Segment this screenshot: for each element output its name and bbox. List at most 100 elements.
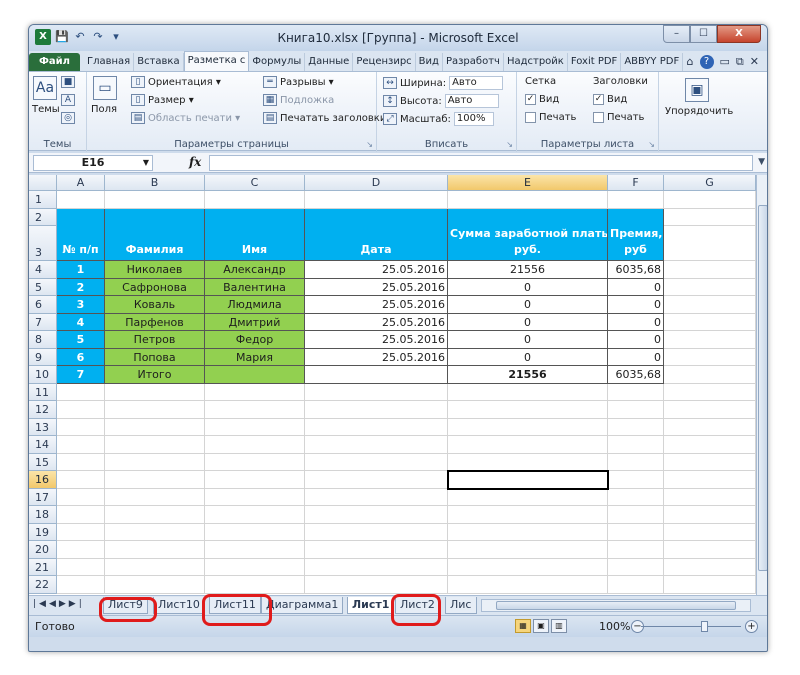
tab-page-layout[interactable]: Разметка с bbox=[183, 51, 250, 71]
row-header-10[interactable]: 10 bbox=[29, 366, 57, 384]
tab-insert[interactable]: Вставка bbox=[134, 53, 184, 71]
cell[interactable] bbox=[105, 471, 205, 489]
cell-B9[interactable]: Попова bbox=[105, 348, 205, 366]
cell-E5[interactable]: 0 bbox=[448, 278, 608, 296]
cell[interactable] bbox=[205, 418, 305, 436]
headings-view-toggle[interactable]: ✓ Вид bbox=[593, 94, 627, 105]
cell-B4[interactable]: Николаев bbox=[105, 261, 205, 279]
row-header-6[interactable]: 6 bbox=[29, 296, 57, 314]
cell[interactable] bbox=[448, 541, 608, 559]
maximize-button[interactable]: ☐ bbox=[690, 25, 717, 43]
cell-E9[interactable]: 0 bbox=[448, 348, 608, 366]
cell[interactable] bbox=[448, 453, 608, 471]
cell[interactable] bbox=[105, 523, 205, 541]
insert-function-icon[interactable]: fx bbox=[189, 155, 201, 169]
cell-C9[interactable]: Мария bbox=[205, 348, 305, 366]
cell-D10[interactable] bbox=[305, 366, 448, 384]
cell[interactable] bbox=[608, 506, 664, 524]
cell[interactable] bbox=[305, 506, 448, 524]
row-header-15[interactable]: 15 bbox=[29, 453, 57, 471]
cell[interactable] bbox=[664, 348, 756, 366]
headings-print-checkbox[interactable] bbox=[593, 112, 604, 123]
cell[interactable] bbox=[205, 541, 305, 559]
tab-addins[interactable]: Надстройк bbox=[504, 53, 568, 71]
cell-A9[interactable]: 6 bbox=[57, 348, 105, 366]
cell[interactable] bbox=[305, 453, 448, 471]
cell[interactable] bbox=[205, 576, 305, 594]
cell[interactable] bbox=[305, 471, 448, 489]
cell[interactable] bbox=[105, 436, 205, 454]
breaks-button[interactable]: ═ Разрывы ▾ bbox=[263, 76, 334, 88]
row-header-1[interactable]: 1 bbox=[29, 191, 57, 209]
close-button[interactable]: X bbox=[717, 25, 761, 43]
cell[interactable] bbox=[305, 558, 448, 576]
cell[interactable] bbox=[608, 436, 664, 454]
cell[interactable] bbox=[105, 576, 205, 594]
cell-B6[interactable]: Коваль bbox=[105, 296, 205, 314]
cell[interactable] bbox=[105, 191, 205, 209]
fonts-icon[interactable]: A bbox=[61, 94, 75, 106]
cell[interactable] bbox=[105, 418, 205, 436]
cell[interactable] bbox=[664, 401, 756, 419]
cell-D6[interactable]: 25.05.2016 bbox=[305, 296, 448, 314]
gridlines-view-toggle[interactable]: ✓ Вид bbox=[525, 94, 559, 105]
cell-F5[interactable]: 0 bbox=[608, 278, 664, 296]
tab-abbyy-pdf[interactable]: ABBYY PDF bbox=[621, 53, 684, 71]
orientation-button[interactable]: ▯ Ориентация ▾ bbox=[131, 76, 221, 88]
cell-F9[interactable]: 0 bbox=[608, 348, 664, 366]
cell[interactable] bbox=[664, 278, 756, 296]
cell[interactable] bbox=[664, 226, 756, 261]
cell[interactable] bbox=[205, 383, 305, 401]
cell[interactable] bbox=[664, 558, 756, 576]
tab-review[interactable]: Рецензирс bbox=[353, 53, 416, 71]
cell[interactable] bbox=[664, 366, 756, 384]
row-header-8[interactable]: 8 bbox=[29, 331, 57, 349]
cell[interactable] bbox=[448, 418, 608, 436]
cell[interactable] bbox=[664, 436, 756, 454]
horizontal-scroll-thumb[interactable] bbox=[496, 601, 736, 610]
select-all-corner[interactable] bbox=[29, 175, 57, 191]
cell[interactable] bbox=[305, 576, 448, 594]
column-header-E[interactable]: E bbox=[448, 175, 608, 191]
cell-C10[interactable] bbox=[205, 366, 305, 384]
tab-home[interactable]: Главная bbox=[84, 53, 135, 71]
cell-E8[interactable]: 0 bbox=[448, 331, 608, 349]
sheet-tab-list1[interactable]: Лист1 bbox=[347, 597, 395, 614]
arrange-icon[interactable]: ▣ bbox=[685, 78, 709, 102]
cell[interactable] bbox=[57, 471, 105, 489]
cell-C4[interactable]: Александр bbox=[205, 261, 305, 279]
row-header-9[interactable]: 9 bbox=[29, 348, 57, 366]
cell[interactable] bbox=[57, 576, 105, 594]
column-header-D[interactable]: D bbox=[305, 175, 448, 191]
cell[interactable] bbox=[205, 436, 305, 454]
cell-B10[interactable]: Итого bbox=[105, 366, 205, 384]
cell-C6[interactable]: Людмила bbox=[205, 296, 305, 314]
active-cell-selection[interactable] bbox=[447, 470, 609, 490]
margins-icon[interactable]: ▭ bbox=[93, 76, 117, 100]
row-header-12[interactable]: 12 bbox=[29, 401, 57, 419]
doc-restore-icon[interactable]: ⧉ bbox=[736, 53, 744, 71]
cell[interactable] bbox=[664, 296, 756, 314]
print-titles-button[interactable]: ▤ Печатать заголовки bbox=[263, 112, 386, 124]
gridlines-print-checkbox[interactable] bbox=[525, 112, 536, 123]
cell[interactable] bbox=[57, 418, 105, 436]
cell-C8[interactable]: Федор bbox=[205, 331, 305, 349]
cell-E10[interactable]: 21556 bbox=[448, 366, 608, 384]
cell[interactable] bbox=[205, 191, 305, 209]
row-header-3[interactable]: 3 bbox=[29, 226, 57, 261]
sheet-tab-diagram1[interactable]: Диаграмма1 bbox=[261, 597, 344, 614]
cell-B7[interactable]: Парфенов bbox=[105, 313, 205, 331]
margins-button[interactable]: Поля bbox=[91, 104, 117, 115]
cell[interactable] bbox=[608, 558, 664, 576]
cell-C5[interactable]: Валентина bbox=[205, 278, 305, 296]
effects-icon[interactable]: ◎ bbox=[61, 112, 75, 124]
column-header-B[interactable]: B bbox=[105, 175, 205, 191]
cell[interactable] bbox=[448, 506, 608, 524]
cell[interactable] bbox=[105, 558, 205, 576]
cell-D4[interactable]: 25.05.2016 bbox=[305, 261, 448, 279]
cell[interactable] bbox=[205, 453, 305, 471]
width-dropdown[interactable]: Авто bbox=[449, 76, 504, 90]
help-icon[interactable]: ? bbox=[699, 55, 714, 69]
zoom-slider-thumb[interactable] bbox=[701, 621, 708, 632]
row-header-22[interactable]: 22 bbox=[29, 576, 57, 594]
